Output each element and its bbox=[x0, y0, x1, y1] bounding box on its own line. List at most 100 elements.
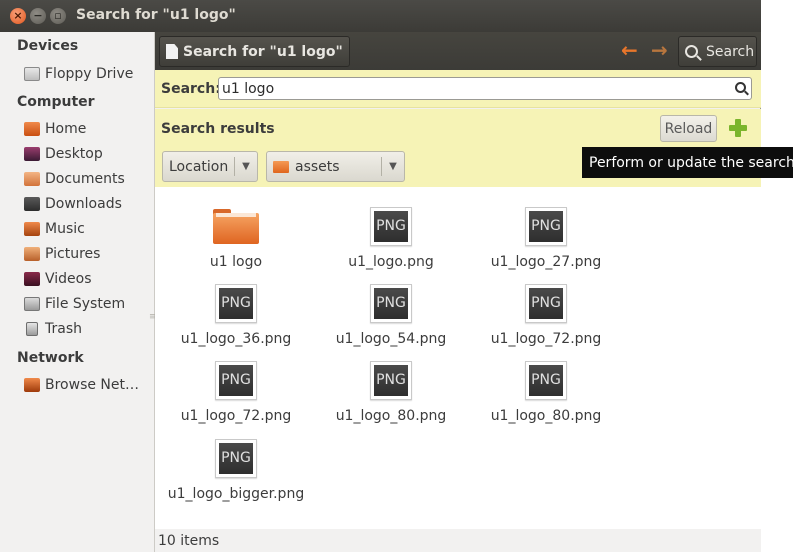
png-file-icon: PNG bbox=[525, 207, 567, 246]
png-file-icon: PNG bbox=[370, 361, 412, 400]
places-sidebar: Devices Floppy Drive Computer Home Deskt… bbox=[0, 32, 157, 552]
back-arrow-icon[interactable]: ← bbox=[621, 38, 638, 62]
file-manager-window: × − ▫ Search for "u1 logo" Devices Flopp… bbox=[0, 0, 761, 552]
file-item[interactable]: PNG u1_logo_80.png bbox=[316, 361, 466, 424]
search-toggle-label: Search bbox=[706, 43, 755, 60]
sidebar-heading-devices: Devices bbox=[17, 38, 79, 54]
sidebar-item-label: Floppy Drive bbox=[45, 66, 134, 82]
png-file-icon: PNG bbox=[370, 284, 412, 323]
search-icon bbox=[685, 45, 698, 58]
sidebar-item-label: Browse Net… bbox=[45, 377, 140, 393]
sidebar-item-browse-network[interactable]: Browse Net… bbox=[24, 374, 152, 396]
path-bar-button[interactable]: Search for "u1 logo" bbox=[159, 36, 350, 67]
sidebar-heading-computer: Computer bbox=[17, 94, 95, 110]
search-results-title: Search results bbox=[161, 121, 275, 137]
toolbar: Search for "u1 logo" ← → Search bbox=[155, 32, 761, 70]
file-item-folder[interactable]: u1 logo bbox=[161, 207, 311, 270]
sidebar-item-documents[interactable]: Documents bbox=[24, 168, 152, 190]
file-view: u1 logo PNG u1_logo.png PNG u1_logo_27.p… bbox=[155, 187, 761, 529]
sidebar-item-label: File System bbox=[45, 296, 126, 312]
search-field-icon[interactable] bbox=[735, 82, 746, 93]
sidebar-item-file-system[interactable]: File System bbox=[24, 293, 152, 315]
item-count: 10 items bbox=[158, 533, 220, 549]
file-name: u1_logo_80.png bbox=[335, 408, 447, 424]
sidebar-item-label: Home bbox=[45, 121, 87, 137]
file-name: u1_logo_72.png bbox=[490, 331, 602, 347]
png-file-icon: PNG bbox=[215, 361, 257, 400]
file-item[interactable]: PNG u1_logo.png bbox=[316, 207, 466, 270]
close-window-button[interactable]: × bbox=[10, 8, 26, 24]
downloads-icon bbox=[24, 197, 40, 211]
search-input[interactable] bbox=[218, 77, 752, 100]
desktop-icon bbox=[24, 147, 40, 161]
png-file-icon: PNG bbox=[215, 284, 257, 323]
reload-button[interactable]: Reload bbox=[660, 115, 717, 142]
file-item[interactable]: PNG u1_logo_bigger.png bbox=[161, 439, 311, 502]
png-file-icon: PNG bbox=[370, 207, 412, 246]
file-name: u1_logo_bigger.png bbox=[167, 486, 305, 502]
document-icon bbox=[166, 44, 178, 59]
file-name: u1_logo_54.png bbox=[335, 331, 447, 347]
sidebar-item-label: Videos bbox=[45, 271, 92, 287]
forward-arrow-icon[interactable]: → bbox=[651, 38, 668, 62]
file-item[interactable]: PNG u1_logo_36.png bbox=[161, 284, 311, 347]
sidebar-item-downloads[interactable]: Downloads bbox=[24, 193, 152, 215]
png-file-icon: PNG bbox=[525, 284, 567, 323]
file-name: u1_logo_27.png bbox=[490, 254, 602, 270]
file-name: u1_logo.png bbox=[348, 254, 434, 270]
sidebar-item-home[interactable]: Home bbox=[24, 118, 152, 140]
file-item[interactable]: PNG u1_logo_80.png bbox=[471, 361, 621, 424]
file-item[interactable]: PNG u1_logo_72.png bbox=[471, 284, 621, 347]
title-bar: × − ▫ Search for "u1 logo" bbox=[0, 0, 761, 32]
sidebar-item-label: Desktop bbox=[45, 146, 103, 162]
sidebar-item-label: Trash bbox=[45, 321, 82, 337]
sidebar-item-label: Downloads bbox=[45, 196, 122, 212]
sidebar-item-trash[interactable]: Trash bbox=[24, 318, 152, 340]
location-criterion-dropdown[interactable]: Location ▼ bbox=[162, 151, 258, 182]
window-title: Search for "u1 logo" bbox=[76, 7, 236, 23]
location-criterion-label: Location bbox=[169, 158, 229, 175]
sidebar-item-label: Documents bbox=[45, 171, 125, 187]
sidebar-item-pictures[interactable]: Pictures bbox=[24, 243, 152, 265]
search-bar: Search: bbox=[155, 70, 761, 108]
documents-icon bbox=[24, 172, 40, 186]
music-icon bbox=[24, 222, 40, 236]
folder-select-dropdown[interactable]: assets ▼ bbox=[266, 151, 405, 182]
sidebar-item-music[interactable]: Music bbox=[24, 218, 152, 240]
sidebar-item-floppy-drive[interactable]: Floppy Drive bbox=[24, 63, 152, 85]
file-name: u1_logo_36.png bbox=[180, 331, 292, 347]
png-file-icon: PNG bbox=[525, 361, 567, 400]
maximize-window-button[interactable]: ▫ bbox=[50, 8, 66, 24]
sidebar-heading-network: Network bbox=[17, 350, 84, 366]
png-file-icon: PNG bbox=[215, 439, 257, 478]
pictures-icon bbox=[24, 247, 40, 261]
search-label: Search: bbox=[161, 81, 221, 97]
reload-tooltip: Perform or update the search bbox=[582, 147, 793, 178]
file-name: u1_logo_80.png bbox=[490, 408, 602, 424]
file-name: u1_logo_72.png bbox=[180, 408, 292, 424]
sidebar-item-videos[interactable]: Videos bbox=[24, 268, 152, 290]
folder-select-label: assets bbox=[295, 158, 340, 175]
add-search-criterion-icon[interactable] bbox=[729, 119, 747, 137]
file-item[interactable]: PNG u1_logo_72.png bbox=[161, 361, 311, 424]
videos-icon bbox=[24, 272, 40, 286]
search-toggle-button[interactable]: Search bbox=[678, 36, 757, 67]
path-bar-label: Search for "u1 logo" bbox=[183, 43, 343, 60]
network-icon bbox=[24, 378, 40, 392]
filesystem-icon bbox=[24, 297, 40, 311]
folder-icon bbox=[213, 209, 259, 244]
trash-icon bbox=[26, 322, 38, 336]
file-name: u1 logo bbox=[209, 254, 263, 270]
status-bar: 10 items bbox=[155, 529, 761, 552]
home-icon bbox=[24, 122, 40, 136]
minimize-window-button[interactable]: − bbox=[30, 8, 46, 24]
chevron-down-icon: ▼ bbox=[389, 161, 397, 172]
sidebar-item-label: Pictures bbox=[45, 246, 101, 262]
folder-icon bbox=[273, 160, 289, 173]
file-item[interactable]: PNG u1_logo_27.png bbox=[471, 207, 621, 270]
chevron-down-icon: ▼ bbox=[242, 161, 250, 172]
file-item[interactable]: PNG u1_logo_54.png bbox=[316, 284, 466, 347]
floppy-icon bbox=[24, 67, 40, 81]
sidebar-item-desktop[interactable]: Desktop bbox=[24, 143, 152, 165]
sidebar-item-label: Music bbox=[45, 221, 85, 237]
